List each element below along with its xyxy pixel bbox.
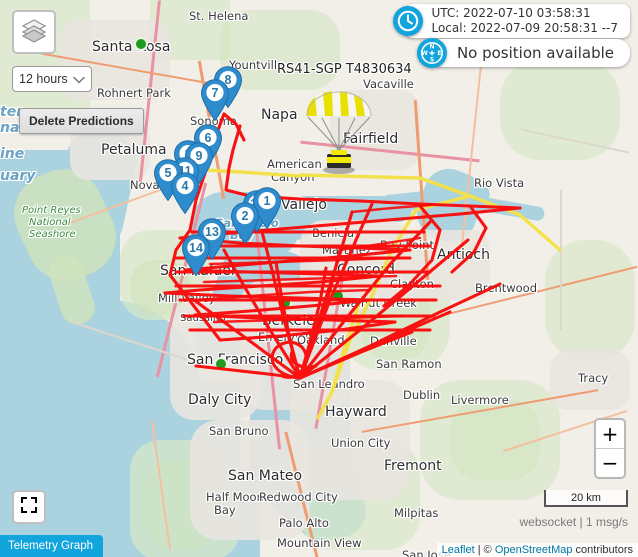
ground-station-marker[interactable] [278,296,292,310]
scale-bar: 20 km [544,490,628,507]
position-text: No position available [428,39,630,67]
map-label: Livermore [451,393,509,407]
map-canvas[interactable]: St. Helena Santa Rosa Yountville Vacaville R… [0,0,638,557]
waypoint-marker-number: 2 [241,209,249,223]
map-label: Tracy [578,371,609,385]
map-label: Petaluma [101,142,167,158]
layers-control-button[interactable] [12,10,56,54]
map-label: Seashore [29,229,76,240]
openstreetmap-link[interactable]: OpenStreetMap [495,544,573,556]
map-label: Antioch [437,247,490,263]
map-label: Martinez [322,243,372,257]
map-label: uary [0,168,36,184]
zoom-in-button[interactable]: + [596,420,624,449]
waypoint-marker-number: 7 [211,86,219,100]
map-label: Union City [331,436,391,450]
time-status-panel: UTC: 2022-07-10 03:58:31 Local: 2022-07-… [393,4,630,38]
map-label: Santa Rosa [92,39,171,55]
connection-status: websocket | 1 msg/s [519,515,629,529]
layers-stack-icon [21,17,47,48]
chevron-down-icon [73,72,85,87]
payload-label: RS41-SGP T4830634 [277,62,412,77]
map-label: San Francisco [187,352,284,368]
zoom-out-button[interactable]: − [596,449,624,477]
map-label: San Mateo [228,468,303,484]
map-label: Concord [337,262,395,278]
map-attribution: Leaflet | © OpenStreetMap contributors [436,543,638,557]
time-window-value: 12 hours [19,72,68,86]
fullscreen-expand-icon [20,496,38,519]
map-label: Rohnert Park [97,86,171,100]
local-time: Local: 2022-07-09 20:58:31 --7 [431,21,618,35]
map-label: San Ramon [376,357,442,371]
map-label: Milpitas [394,506,439,520]
map-label: Fremont [384,458,442,474]
map-label: San Leandro [293,377,365,391]
map-label: Hayward [325,404,387,420]
zoom-control[interactable]: + − [594,418,626,479]
map-label: Danville [370,334,417,348]
waypoint-marker[interactable]: 14 [181,234,211,276]
map-application: St. Helena Santa Rosa Yountville Vacaville R… [0,0,638,557]
map-label: San Bruno [209,424,269,438]
compass-icon: N S W E [416,38,447,68]
svg-text:E: E [437,50,441,57]
map-label: Dublin [403,388,441,402]
ground-station-marker[interactable] [331,289,345,303]
map-label: Palo Alto [279,516,329,530]
map-label: Bay Point [380,238,434,252]
map-label: ine [0,146,25,162]
parachute-payload-icon[interactable] [303,88,375,174]
leaflet-link[interactable]: Leaflet [442,544,475,556]
waypoint-marker[interactable]: 2 [230,202,260,244]
map-label: Mill Valley [158,291,216,305]
map-label: Mountain View [277,536,362,550]
waypoint-marker-number: 14 [189,241,203,255]
waypoint-marker-number: 4 [181,179,189,193]
map-label: National [29,217,71,228]
ground-station-marker[interactable] [134,37,148,51]
map-label: Napa [261,107,298,123]
position-status-panel: N S W E No position available [416,38,630,68]
map-label: Daly City [188,392,252,408]
waypoint-marker[interactable]: 4 [170,172,200,214]
utc-time: UTC: 2022-07-10 03:58:31 [431,6,591,20]
map-label: Redwood City [259,490,338,504]
map-label: Bay [214,503,236,517]
ground-station-marker[interactable] [214,357,228,371]
time-window-select[interactable]: 12 hours [12,66,92,92]
map-label: Sausalito [180,313,226,324]
telemetry-graph-tab[interactable]: Telemetry Graph [0,535,104,557]
map-label: Half Moon [206,490,264,504]
waypoint-marker[interactable]: 7 [200,79,230,121]
svg-text:S: S [430,56,434,63]
svg-text:N: N [429,43,434,50]
map-label: Brentwood [475,281,538,295]
map-label: Oakland [297,333,345,347]
attribution-separator: | © [474,544,495,556]
clock-icon [393,6,424,36]
svg-text:W: W [421,50,428,57]
map-label: Clayton [390,277,434,291]
map-label: Rio Vista [474,176,525,190]
attribution-suffix: contributors [572,544,633,556]
map-label: Point Reyes [22,205,81,216]
map-label: Vallejo [281,197,327,213]
delete-predictions-button[interactable]: Delete Predictions [19,108,144,134]
map-label: Berkeley [262,313,323,329]
map-label: St. Helena [189,9,249,23]
fullscreen-button[interactable] [12,490,46,524]
map-label: Walnut Creek [340,296,417,310]
map-label: Benicia [312,226,355,240]
